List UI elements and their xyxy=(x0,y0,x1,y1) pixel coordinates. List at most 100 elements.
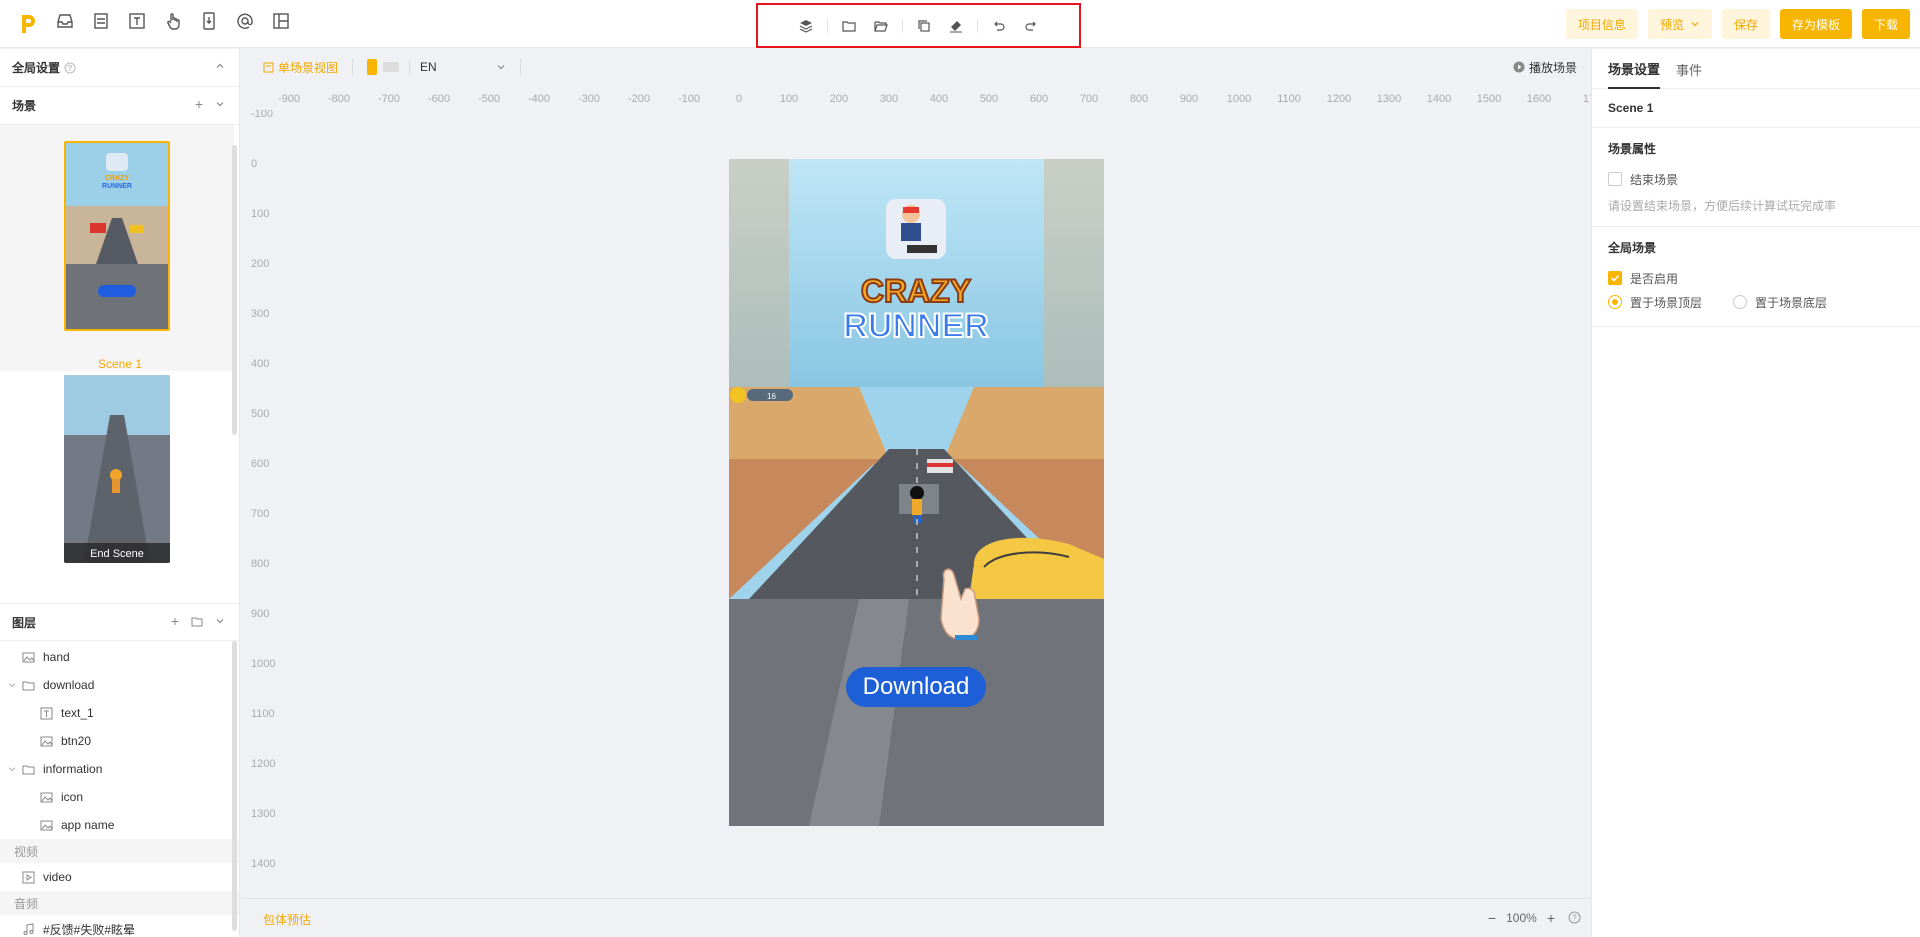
ruler-vertical: -100 0 100 200 300 400 500 600 700 800 900 1000 1100… xyxy=(241,108,281,900)
ruler-x-tick-label: 700 xyxy=(1080,93,1098,105)
ruler-y-tick-label: 1100 xyxy=(251,708,275,720)
scene-item-1[interactable]: CRAZY RUNNER Scene 1 xyxy=(0,125,234,371)
svg-text:?: ? xyxy=(68,64,73,73)
layer-text-1[interactable]: text_1 xyxy=(0,699,239,727)
placement-radio-group: 置于场景顶层 置于场景底层 xyxy=(1608,290,1904,314)
game-title-line1: CRAZY xyxy=(861,273,971,309)
folder-open-icon[interactable] xyxy=(874,19,888,33)
layer-label: text_1 xyxy=(61,706,94,720)
end-scene-hint: 请设置结束场景，方便后续计算试玩完成率 xyxy=(1608,199,1837,213)
layout-icon[interactable] xyxy=(272,12,290,30)
ruler-y-tick-label: 900 xyxy=(251,608,269,620)
ruler-horizontal: -900 -800 -700 -600 -500 -400 -300 -200 -100 0 100… xyxy=(241,86,1595,110)
ruler-vertical-scale: -100 0 100 200 300 400 500 600 700 800 900 1000 1100… xyxy=(251,108,275,870)
ruler-x-tick-label: 500 xyxy=(980,93,998,105)
ruler-y-tick-label: 200 xyxy=(251,258,269,270)
divider xyxy=(352,59,354,75)
ruler-x-tick-label: 100 xyxy=(780,93,798,105)
view-mode-button[interactable]: 单场景视图 xyxy=(263,59,338,76)
chevron-down-icon[interactable] xyxy=(8,679,17,692)
preview-label: 预览 xyxy=(1659,17,1684,32)
package-estimate-button[interactable]: 包体预估 xyxy=(263,911,311,928)
folder-icon[interactable] xyxy=(842,19,856,33)
save-button[interactable]: 保存 xyxy=(1721,9,1770,39)
hand-pointer-icon[interactable] xyxy=(164,12,182,30)
property-tabs: 场景设置 事件 xyxy=(1592,49,1920,89)
redo-icon[interactable] xyxy=(1024,19,1038,33)
ruler-y-tick-label: 700 xyxy=(251,508,269,520)
layer-information[interactable]: information xyxy=(0,755,239,783)
layer-app-name[interactable]: app name xyxy=(0,811,239,839)
project-info-button[interactable]: 项目信息 xyxy=(1565,9,1638,39)
device-landscape-toggle[interactable] xyxy=(383,62,400,72)
inbox-icon[interactable] xyxy=(56,12,74,30)
layer-download[interactable]: download xyxy=(0,671,239,699)
end-scene-overlay-text: End Scene xyxy=(90,548,144,560)
chevron-down-icon[interactable] xyxy=(215,99,225,109)
layers-icon[interactable] xyxy=(799,19,813,33)
add-layer-icon[interactable]: + xyxy=(171,614,179,628)
layer-audio[interactable]: #反馈#失败#眩晕 xyxy=(0,915,239,937)
zoom-in-button[interactable]: + xyxy=(1547,911,1555,925)
app-logo-icon xyxy=(22,15,35,33)
help-icon: ? xyxy=(64,62,76,73)
global-settings-header[interactable]: 全局设置 ? xyxy=(0,49,239,87)
ruler-x-tick-label: -100 xyxy=(678,93,700,105)
enabled-label: 是否启用 xyxy=(1630,271,1679,286)
at-icon[interactable] xyxy=(236,12,254,30)
layer-icon[interactable]: icon xyxy=(0,783,239,811)
preview-button[interactable]: 预览 xyxy=(1647,9,1712,39)
help-icon[interactable]: ? xyxy=(1568,911,1581,924)
language-value: EN xyxy=(420,60,437,74)
download-button[interactable]: 下载 xyxy=(1861,9,1910,39)
scene-thumbnail: End Scene xyxy=(64,375,170,563)
placement-bottom-option[interactable]: 置于场景底层 xyxy=(1733,294,1827,311)
device-portrait-toggle[interactable] xyxy=(367,59,378,75)
placement-bottom-radio[interactable] xyxy=(1733,295,1747,309)
enabled-checkbox[interactable] xyxy=(1608,271,1622,285)
add-scene-icon[interactable]: + xyxy=(195,97,203,111)
layers-title: 图层 xyxy=(12,615,37,630)
play-scene-button[interactable]: 播放场景 xyxy=(1513,59,1577,76)
game-preview-image: CRAZY RUNNER 16 Download xyxy=(729,159,1104,826)
ruler-x-tick-label: -300 xyxy=(578,93,600,105)
tab-scene-settings[interactable]: 场景设置 xyxy=(1608,49,1661,89)
list-box-icon[interactable] xyxy=(92,12,110,30)
layer-video[interactable]: video xyxy=(0,863,239,891)
chevron-down-icon[interactable] xyxy=(215,616,225,626)
scene-item-2[interactable]: End Scene xyxy=(0,375,234,603)
zoom-control: − 100% + xyxy=(1488,911,1555,925)
enabled-option[interactable]: 是否启用 xyxy=(1608,266,1904,290)
placement-top-option[interactable]: 置于场景顶层 xyxy=(1608,294,1733,311)
end-scene-option[interactable]: 结束场景 xyxy=(1608,167,1904,191)
ruler-x-tick-label: 1300 xyxy=(1377,93,1401,105)
layer-btn20[interactable]: btn20 xyxy=(0,727,239,755)
ruler-x-tick-label: 17 xyxy=(1583,93,1591,105)
layer-hand[interactable]: hand xyxy=(0,643,239,671)
scene-canvas[interactable]: CRAZY RUNNER 16 Download xyxy=(729,159,1104,826)
layer-label: information xyxy=(43,762,103,776)
tab-events[interactable]: 事件 xyxy=(1676,49,1702,89)
layer-label: hand xyxy=(43,650,70,664)
layer-scrollbar[interactable] xyxy=(232,641,237,931)
copy-icon[interactable] xyxy=(917,19,931,33)
chevron-up-icon[interactable] xyxy=(215,61,225,71)
undo-icon[interactable] xyxy=(992,19,1006,33)
chevron-down-icon[interactable] xyxy=(8,763,17,776)
end-scene-checkbox[interactable] xyxy=(1608,172,1622,186)
placement-bottom-label: 置于场景底层 xyxy=(1755,295,1828,310)
language-select[interactable]: EN xyxy=(420,60,506,74)
ruler-x-tick-label: -900 xyxy=(278,93,300,105)
phone-download-icon[interactable] xyxy=(200,12,218,30)
new-folder-icon[interactable] xyxy=(191,616,203,628)
ruler-x-tick-label: 400 xyxy=(930,93,948,105)
layer-label: btn20 xyxy=(61,734,92,748)
save-template-button[interactable]: 存为模板 xyxy=(1779,9,1852,39)
single-view-icon xyxy=(263,62,274,72)
placement-top-radio[interactable] xyxy=(1608,295,1622,309)
clear-style-icon[interactable] xyxy=(949,19,963,33)
download-cta-label: Download xyxy=(863,673,970,700)
text-icon[interactable] xyxy=(128,12,146,30)
zoom-out-button[interactable]: − xyxy=(1488,911,1496,925)
scene-scrollbar[interactable] xyxy=(232,145,237,435)
